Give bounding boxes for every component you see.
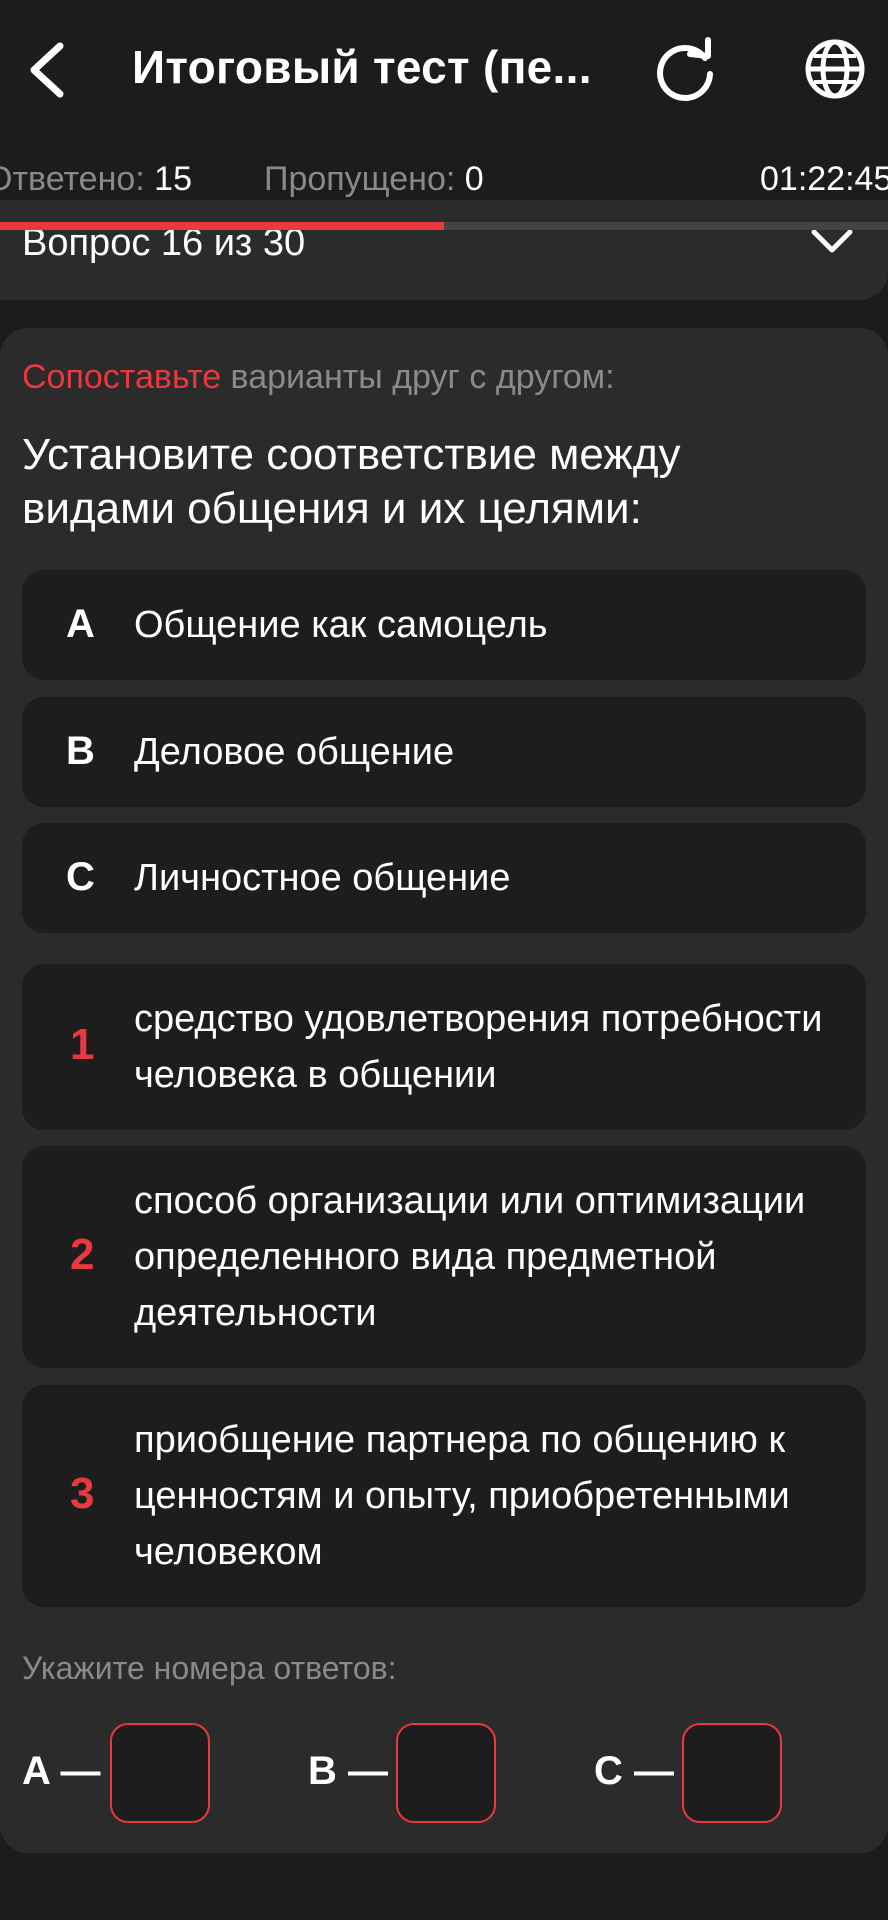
globe-icon bbox=[805, 39, 865, 99]
timer: 01:22:45 bbox=[760, 160, 888, 198]
option-a: A Общение как самоцель bbox=[22, 570, 866, 680]
option-text: Общение как самоцель bbox=[134, 604, 548, 646]
answer-slot-label: C — bbox=[594, 1749, 674, 1793]
option-text: Личностное общение bbox=[134, 857, 511, 899]
answered-stat: Ответено: 15 bbox=[0, 160, 192, 199]
answer-number: 2 bbox=[70, 1230, 95, 1279]
answer-input-a[interactable] bbox=[110, 1723, 210, 1823]
top-bar: Итоговый тест (пе... bbox=[0, 0, 888, 140]
option-letter: A bbox=[66, 602, 95, 646]
stats-row: Ответено: 15 Пропущено: 0 01:22:45 bbox=[0, 160, 888, 210]
instruction-accent: Сопоставьте bbox=[22, 358, 222, 396]
chevron-down-icon bbox=[811, 229, 853, 253]
answer-option-2: 2 способ организации или оптимизации опр… bbox=[22, 1146, 866, 1368]
progress-bar bbox=[0, 222, 888, 230]
answer-text: способ организации или оптимизации опред… bbox=[134, 1180, 806, 1334]
instruction-text: варианты друг с другом: bbox=[221, 358, 615, 396]
answered-label: Ответено: bbox=[0, 160, 145, 198]
answer-option-3: 3 приобщение партнера по общению к ценно… bbox=[22, 1385, 866, 1607]
option-letter: C bbox=[66, 855, 95, 899]
instruction: Сопоставьте варианты друг с другом: bbox=[22, 358, 615, 397]
answers-label: Укажите номера ответов: bbox=[22, 1650, 397, 1686]
answer-input-b[interactable] bbox=[396, 1723, 496, 1823]
chevron-left-icon bbox=[30, 42, 64, 98]
page-title: Итоговый тест (пе... bbox=[132, 41, 592, 93]
question-selector[interactable]: Вопрос 16 из 30 bbox=[0, 200, 888, 300]
option-letter: B bbox=[66, 729, 95, 773]
answer-text: средство удовлетворения потребности чело… bbox=[134, 998, 823, 1096]
option-b: B Деловое общение bbox=[22, 697, 866, 807]
skipped-label: Пропущено: bbox=[264, 160, 456, 198]
answered-value: 15 bbox=[154, 160, 192, 198]
answer-input-c[interactable] bbox=[682, 1723, 782, 1823]
refresh-button[interactable] bbox=[650, 34, 720, 104]
back-button[interactable] bbox=[18, 30, 78, 110]
skipped-stat: Пропущено: 0 bbox=[264, 160, 484, 199]
answer-number: 1 bbox=[70, 1020, 95, 1069]
answer-number: 3 bbox=[70, 1469, 95, 1518]
skipped-value: 0 bbox=[464, 160, 484, 198]
refresh-icon bbox=[657, 37, 713, 101]
question-text: Установите соответствие между видами общ… bbox=[22, 430, 681, 533]
answer-option-1: 1 средство удовлетворения потребности че… bbox=[22, 964, 866, 1130]
language-button[interactable] bbox=[800, 34, 870, 104]
progress-fill bbox=[0, 222, 444, 230]
question-card: Сопоставьте варианты друг с другом: Уста… bbox=[0, 328, 888, 1853]
answer-slot-label: A — bbox=[22, 1749, 101, 1793]
answer-text: приобщение партнера по общению к ценност… bbox=[134, 1419, 790, 1573]
bottom-bar bbox=[0, 1880, 888, 1920]
option-c: C Личностное общение bbox=[22, 823, 866, 933]
option-text: Деловое общение bbox=[134, 731, 455, 773]
answer-slot-label: B — bbox=[308, 1749, 388, 1793]
